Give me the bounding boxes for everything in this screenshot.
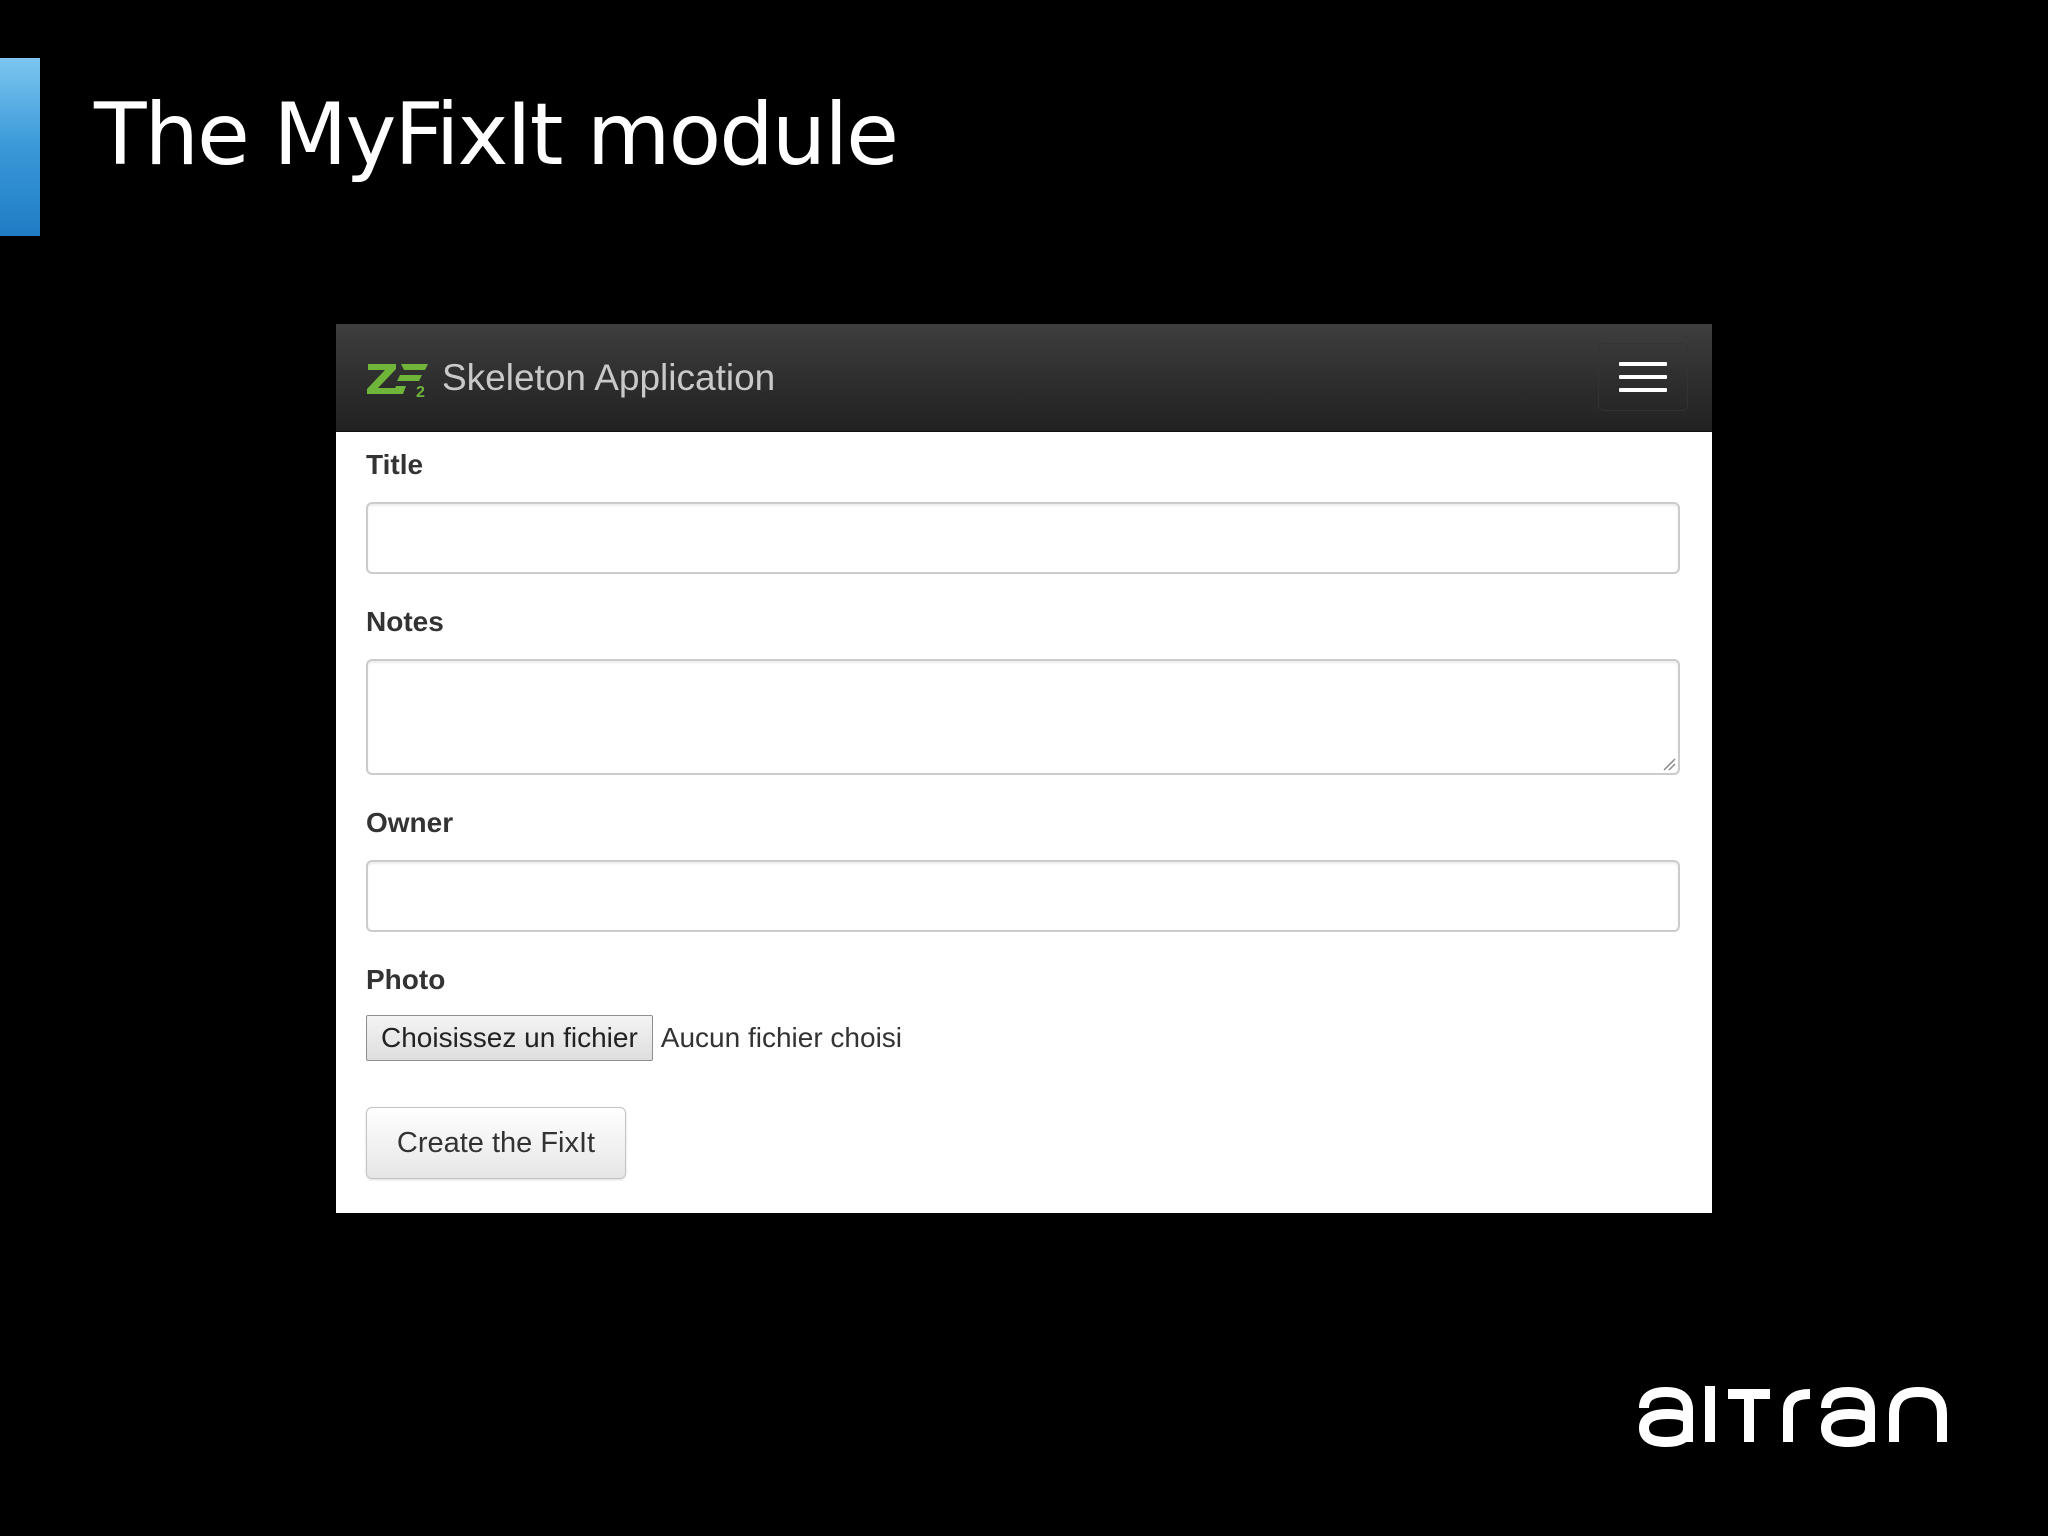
notes-label: Notes [366,606,444,637]
notes-textarea[interactable] [366,659,1680,775]
photo-file-input: Choisissez un fichier Aucun fichier choi… [366,1015,902,1061]
accent-bar [0,58,40,236]
photo-label: Photo [366,964,446,995]
brand-name: Skeleton Application [442,357,776,398]
menu-toggle-button[interactable] [1598,343,1688,411]
zf2-logo-icon: 2 [367,364,428,398]
create-fixit-button[interactable]: Create the FixIt [366,1107,626,1179]
brand-link[interactable]: 2 Skeleton Application [366,354,775,402]
owner-label: Owner [366,807,454,838]
owner-input[interactable] [366,860,1680,932]
slide-title: The MyFixIt module [94,85,899,185]
slide: The MyFixIt module 2 Skeleton Applicatio… [0,0,2048,1536]
title-label: Title [366,449,424,480]
resize-grip-icon[interactable] [1662,757,1676,771]
altran-logo-icon [1638,1386,1947,1448]
app-screenshot: 2 Skeleton Application Title Notes Owner… [336,324,1712,1213]
hamburger-menu-icon [1619,362,1667,392]
title-input[interactable] [366,502,1680,574]
navbar: 2 Skeleton Application [336,324,1712,432]
file-status-text: Aucun fichier choisi [660,1022,903,1053]
choose-file-button[interactable]: Choisissez un fichier [366,1015,653,1061]
svg-text:2: 2 [416,384,425,398]
